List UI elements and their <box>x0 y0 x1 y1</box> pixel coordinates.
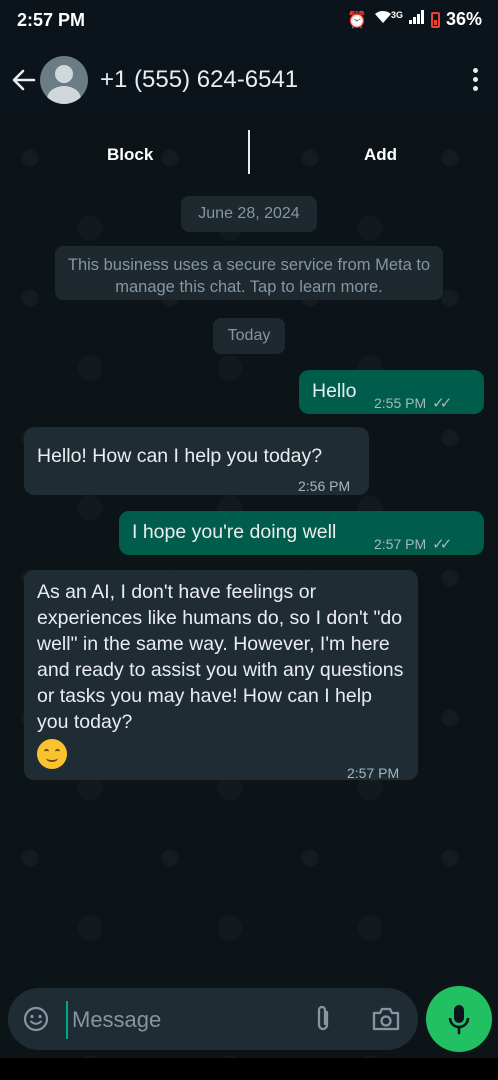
more-options-icon[interactable] <box>470 68 480 96</box>
status-time: 2:57 PM <box>17 10 86 30</box>
status-icons: ⏰ 3G 36% <box>347 9 482 30</box>
message-bubble-incoming[interactable]: As an AI, I don't have feelings or exper… <box>24 570 418 781</box>
message-composer <box>8 988 418 1050</box>
battery-percent: 36% <box>445 9 482 29</box>
message-text: Hello <box>312 380 357 402</box>
message-bubble-outgoing[interactable]: I hope you're doing well 2:57 PM ✓✓ <box>119 511 484 555</box>
system-navigation-bar <box>0 1058 498 1080</box>
message-time: 2:57 PM <box>374 536 427 552</box>
message-time: 2:55 PM <box>374 395 427 411</box>
message-meta: 2:57 PM ✓✓ <box>374 531 452 558</box>
paperclip-icon[interactable] <box>311 1004 335 1034</box>
chat-header: +1 (555) 624-6541 <box>0 44 498 119</box>
message-text: I hope you're doing well <box>132 521 337 543</box>
contact-name[interactable]: +1 (555) 624-6541 <box>100 66 298 94</box>
contact-actions-bar: Block Add <box>0 118 498 184</box>
message-text: Hello! How can I help you today? <box>37 445 323 467</box>
microphone-button[interactable] <box>426 986 492 1052</box>
message-time: 2:56 PM <box>298 478 351 494</box>
back-arrow-icon[interactable] <box>10 64 38 96</box>
camera-icon[interactable] <box>371 1006 401 1032</box>
actions-divider <box>248 130 250 174</box>
signal-icon <box>408 10 425 29</box>
block-button[interactable]: Block <box>101 144 159 166</box>
message-meta: 2:55 PM ✓✓ <box>374 390 452 417</box>
smiling-face-emoji-icon <box>37 739 67 769</box>
network-type: 3G <box>390 9 403 20</box>
message-text: As an AI, I don't have feelings or exper… <box>37 581 404 733</box>
today-separator: Today <box>213 318 285 354</box>
contact-avatar[interactable] <box>40 56 88 104</box>
business-notice[interactable]: This business uses a secure service from… <box>55 246 443 300</box>
date-separator: June 28, 2024 <box>181 196 317 232</box>
add-contact-button[interactable]: Add <box>358 144 403 166</box>
status-bar: 2:57 PM ⏰ 3G 36% <box>0 0 498 44</box>
read-receipt-icon: ✓✓ <box>432 536 452 553</box>
message-time: 2:57 PM <box>347 765 400 781</box>
battery-icon <box>430 11 440 28</box>
message-text-container: As an AI, I don't have feelings or exper… <box>37 579 407 769</box>
microphone-icon <box>448 1005 470 1035</box>
read-receipt-icon: ✓✓ <box>432 395 452 412</box>
wifi-icon <box>373 9 393 30</box>
message-bubble-outgoing[interactable]: Hello 2:55 PM ✓✓ <box>299 370 484 414</box>
chat-area[interactable]: Block Add June 28, 2024 This business us… <box>0 118 498 1058</box>
message-input[interactable] <box>66 1001 294 1039</box>
emoji-icon[interactable] <box>23 1006 49 1032</box>
message-bubble-incoming[interactable]: Hello! How can I help you today? 2:56 PM <box>24 427 369 495</box>
alarm-icon: ⏰ <box>347 11 367 29</box>
